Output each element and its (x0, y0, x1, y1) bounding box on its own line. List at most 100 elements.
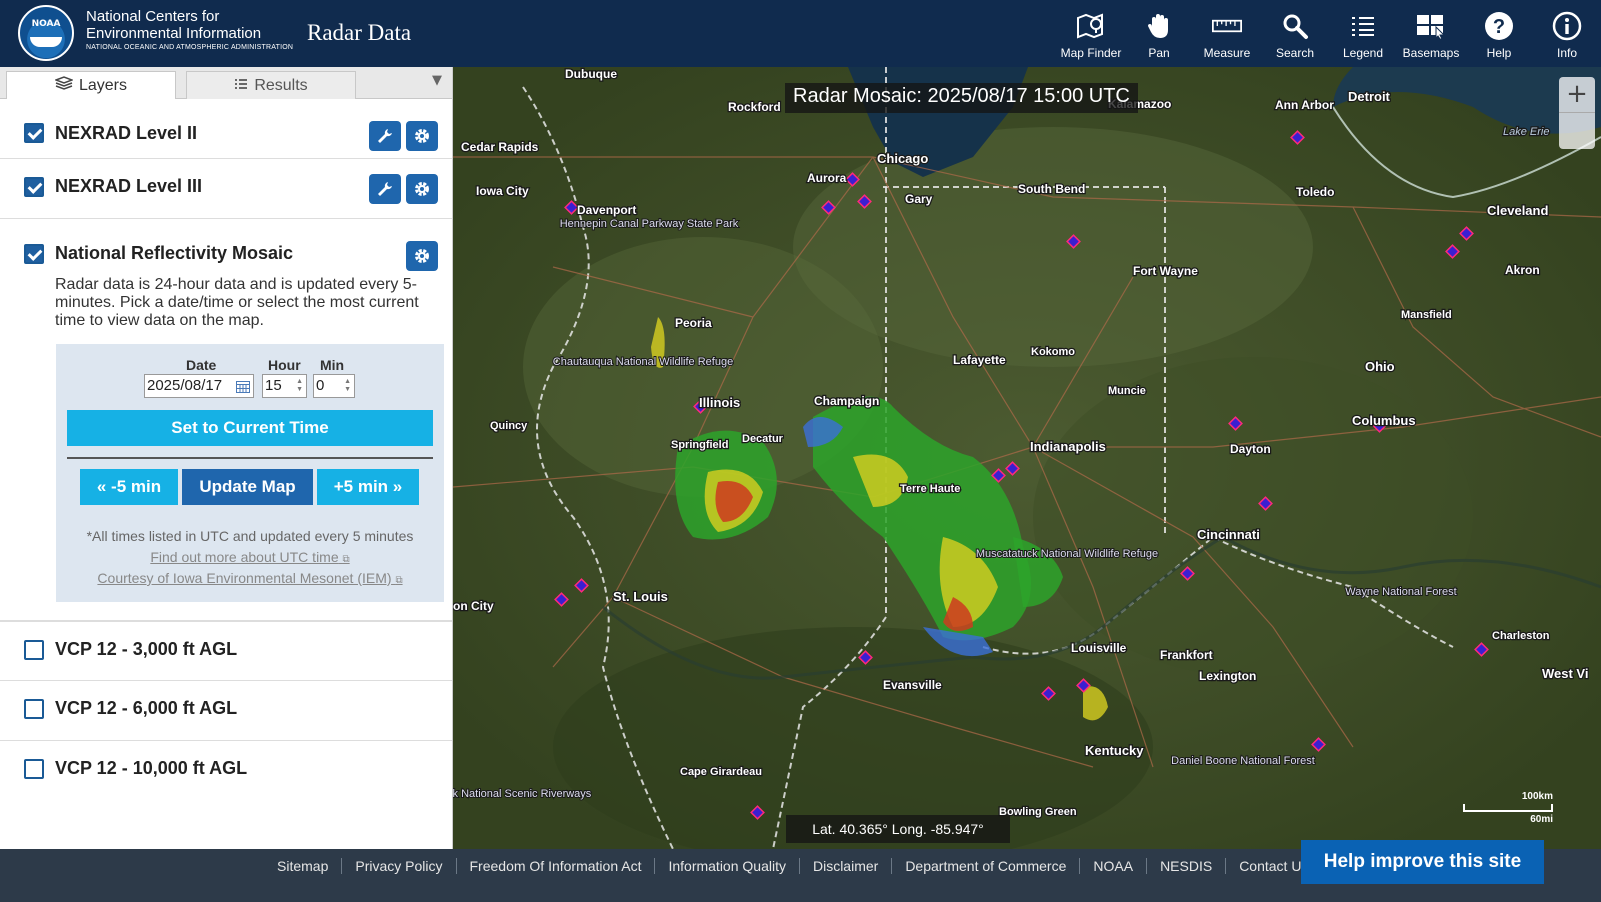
forest-label: Daniel Boone National Forest (1171, 755, 1315, 767)
scale-bar: 100km 60mi (1463, 791, 1553, 825)
layer-checkbox[interactable] (24, 699, 44, 719)
external-link-icon: ⧉ (395, 575, 403, 586)
map-finder-icon (1076, 11, 1106, 41)
list-icon (1348, 11, 1378, 41)
min-label: Min (320, 357, 345, 373)
city-label: Iowa City (476, 184, 529, 198)
layer-checkbox[interactable] (24, 244, 44, 264)
pan-button[interactable]: Pan (1125, 0, 1193, 67)
footer-link-foia[interactable]: Freedom Of Information Act (457, 858, 656, 874)
spinner-icon[interactable]: ▲ ▼ (344, 378, 351, 394)
city-label: Fort Wayne (1133, 264, 1198, 278)
measure-button[interactable]: Measure (1193, 0, 1261, 67)
state-label: Ohio (1365, 359, 1395, 374)
info-button[interactable]: Info (1533, 0, 1601, 67)
map-title: Radar Mosaic: 2025/08/17 15:00 UTC (785, 83, 1138, 113)
layer-checkbox[interactable] (24, 759, 44, 779)
layer-checkbox[interactable] (24, 640, 44, 660)
list-icon (234, 77, 248, 95)
layer-checkbox[interactable] (24, 123, 44, 143)
help-button[interactable]: ? Help (1465, 0, 1533, 67)
city-label: Cape Girardeau (680, 766, 762, 778)
spinner-icon[interactable]: ▲ ▼ (296, 378, 303, 394)
layer-row-vcp12-6000: VCP 12 - 6,000 ft AGL (0, 681, 452, 741)
external-link-icon: ⧉ (342, 554, 350, 565)
min-value: 0 (316, 377, 325, 394)
city-label: Mansfield (1401, 309, 1452, 321)
city-label: Akron (1505, 263, 1540, 277)
state-label: West Vi (1542, 666, 1588, 681)
park-label: Hennepin Canal Parkway State Park (560, 218, 739, 230)
footer-link-sitemap[interactable]: Sitemap (264, 858, 343, 874)
layer-name: National Reflectivity Mosaic (55, 243, 294, 263)
hand-icon (1144, 11, 1174, 41)
layer-settings-button[interactable] (406, 174, 438, 204)
city-label: Cleveland (1487, 203, 1548, 218)
city-label: Frankfort (1160, 648, 1213, 662)
mosaic-description: Radar data is 24-hour data and is update… (55, 276, 419, 329)
footer-link-nesdis[interactable]: NESDIS (1147, 858, 1227, 874)
footer-link-info-quality[interactable]: Information Quality (655, 858, 800, 874)
plus-5-min-button[interactable]: +5 min » (317, 469, 419, 505)
layer-checkbox[interactable] (24, 177, 44, 197)
city-label: Columbus (1352, 413, 1416, 428)
map-canvas[interactable]: Dubuque Rockford Kalamazoo Ann Arbor Det… (453, 67, 1601, 849)
city-label: Toledo (1296, 185, 1334, 199)
lake-label: Lake Erie (1503, 126, 1549, 138)
iem-link[interactable]: Courtesy of Iowa Environmental Mesonet (… (56, 570, 444, 586)
basemaps-button[interactable]: Basemaps (1397, 0, 1465, 67)
calendar-icon (236, 381, 250, 393)
search-icon (1280, 11, 1310, 41)
legend-button[interactable]: Legend (1329, 0, 1397, 67)
org-line-1: National Centers for (86, 8, 220, 25)
tool-label: Legend (1342, 46, 1384, 60)
org-name: National Centers for Environmental Infor… (86, 8, 293, 53)
scale-km: 100km (1521, 791, 1553, 802)
utc-info-link[interactable]: Find out more about UTC time ⧉ (56, 549, 444, 565)
forest-label: Wayne National Forest (1345, 586, 1456, 598)
layer-name: VCP 12 - 6,000 ft AGL (55, 698, 238, 718)
refuge-label: Chautauqua National Wildlife Refuge (553, 356, 733, 368)
sidebar-tabs: Layers Results ▼ (0, 67, 452, 99)
layer-tools-button[interactable] (369, 121, 401, 151)
refuge-label: Muscatatuck National Wildlife Refuge (976, 548, 1158, 560)
panel-divider (67, 457, 433, 459)
zoom-control: + (1559, 77, 1595, 149)
basemaps-icon (1416, 11, 1446, 41)
map-finder-button[interactable]: Map Finder (1057, 0, 1125, 67)
layer-row-vcp12-10000: VCP 12 - 10,000 ft AGL (0, 741, 452, 801)
city-label: Cincinnati (1197, 527, 1260, 542)
layer-settings-button[interactable] (406, 121, 438, 151)
scale-mi: 60mi (1530, 814, 1553, 825)
gear-icon (415, 182, 429, 196)
layer-tools-button[interactable] (369, 174, 401, 204)
footer-links: Sitemap Privacy Policy Freedom Of Inform… (264, 858, 1321, 874)
org-line-2: Environmental Information (86, 25, 262, 42)
footer-link-commerce[interactable]: Department of Commerce (892, 858, 1081, 874)
hour-input[interactable]: 15 ▲ ▼ (262, 374, 307, 398)
update-map-button[interactable]: Update Map (182, 469, 313, 505)
collapse-caret-icon[interactable]: ▼ (432, 73, 442, 88)
noaa-logo[interactable]: NOAA (18, 5, 74, 61)
set-current-time-button[interactable]: Set to Current Time (67, 410, 433, 446)
tab-layers[interactable]: Layers (6, 71, 176, 99)
help-improve-button[interactable]: Help improve this site (1301, 840, 1544, 884)
city-label: Peoria (675, 316, 712, 330)
footer-link-noaa[interactable]: NOAA (1080, 858, 1148, 874)
ruler-icon (1212, 11, 1242, 41)
city-label: Lexington (1199, 669, 1256, 683)
park-label: Ozark National Scenic Riverways (453, 788, 592, 800)
time-control-panel: Date Hour Min 2025/08/17 15 ▲ ▼ 0 ▲ ▼ Set … (56, 344, 444, 602)
minus-5-min-button[interactable]: « -5 min (80, 469, 178, 505)
city-label: on City (453, 599, 494, 613)
footer-link-disclaimer[interactable]: Disclaimer (800, 858, 893, 874)
search-button[interactable]: Search (1261, 0, 1329, 67)
city-label: Cedar Rapids (461, 140, 539, 154)
date-input[interactable]: 2025/08/17 (144, 374, 254, 398)
tab-results[interactable]: Results (186, 71, 356, 99)
zoom-in-button[interactable]: + (1559, 77, 1595, 113)
layer-settings-button[interactable] (406, 241, 438, 271)
city-label: Indianapolis (1030, 439, 1106, 454)
min-input[interactable]: 0 ▲ ▼ (313, 374, 355, 398)
footer-link-privacy[interactable]: Privacy Policy (342, 858, 457, 874)
